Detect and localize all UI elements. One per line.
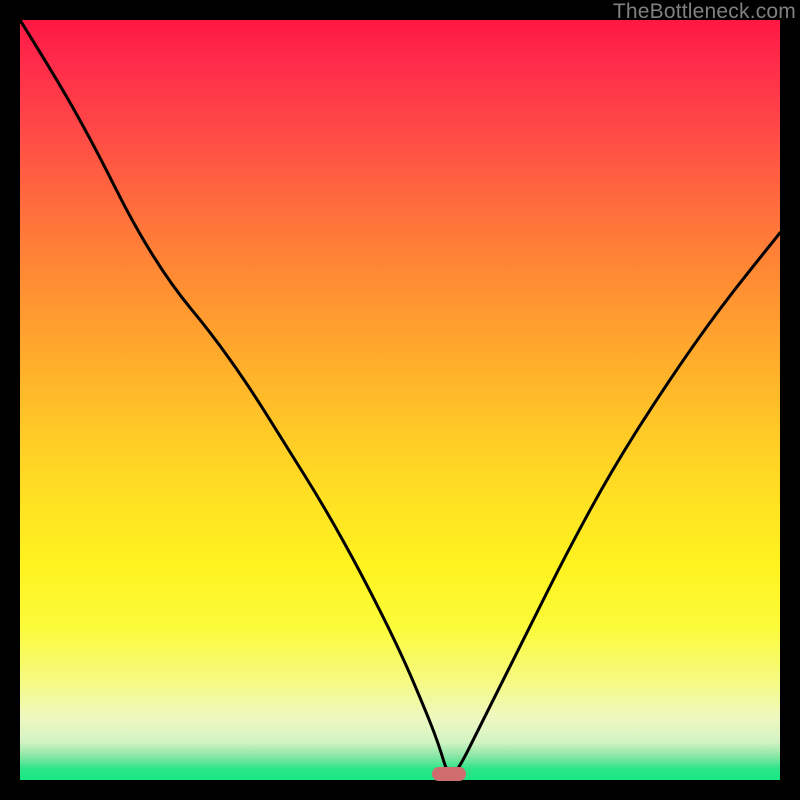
chart-frame: TheBottleneck.com (0, 0, 800, 800)
optimum-marker (432, 767, 466, 781)
bottleneck-curve (20, 20, 780, 780)
watermark-text: TheBottleneck.com (613, 0, 796, 24)
plot-area (20, 20, 780, 780)
